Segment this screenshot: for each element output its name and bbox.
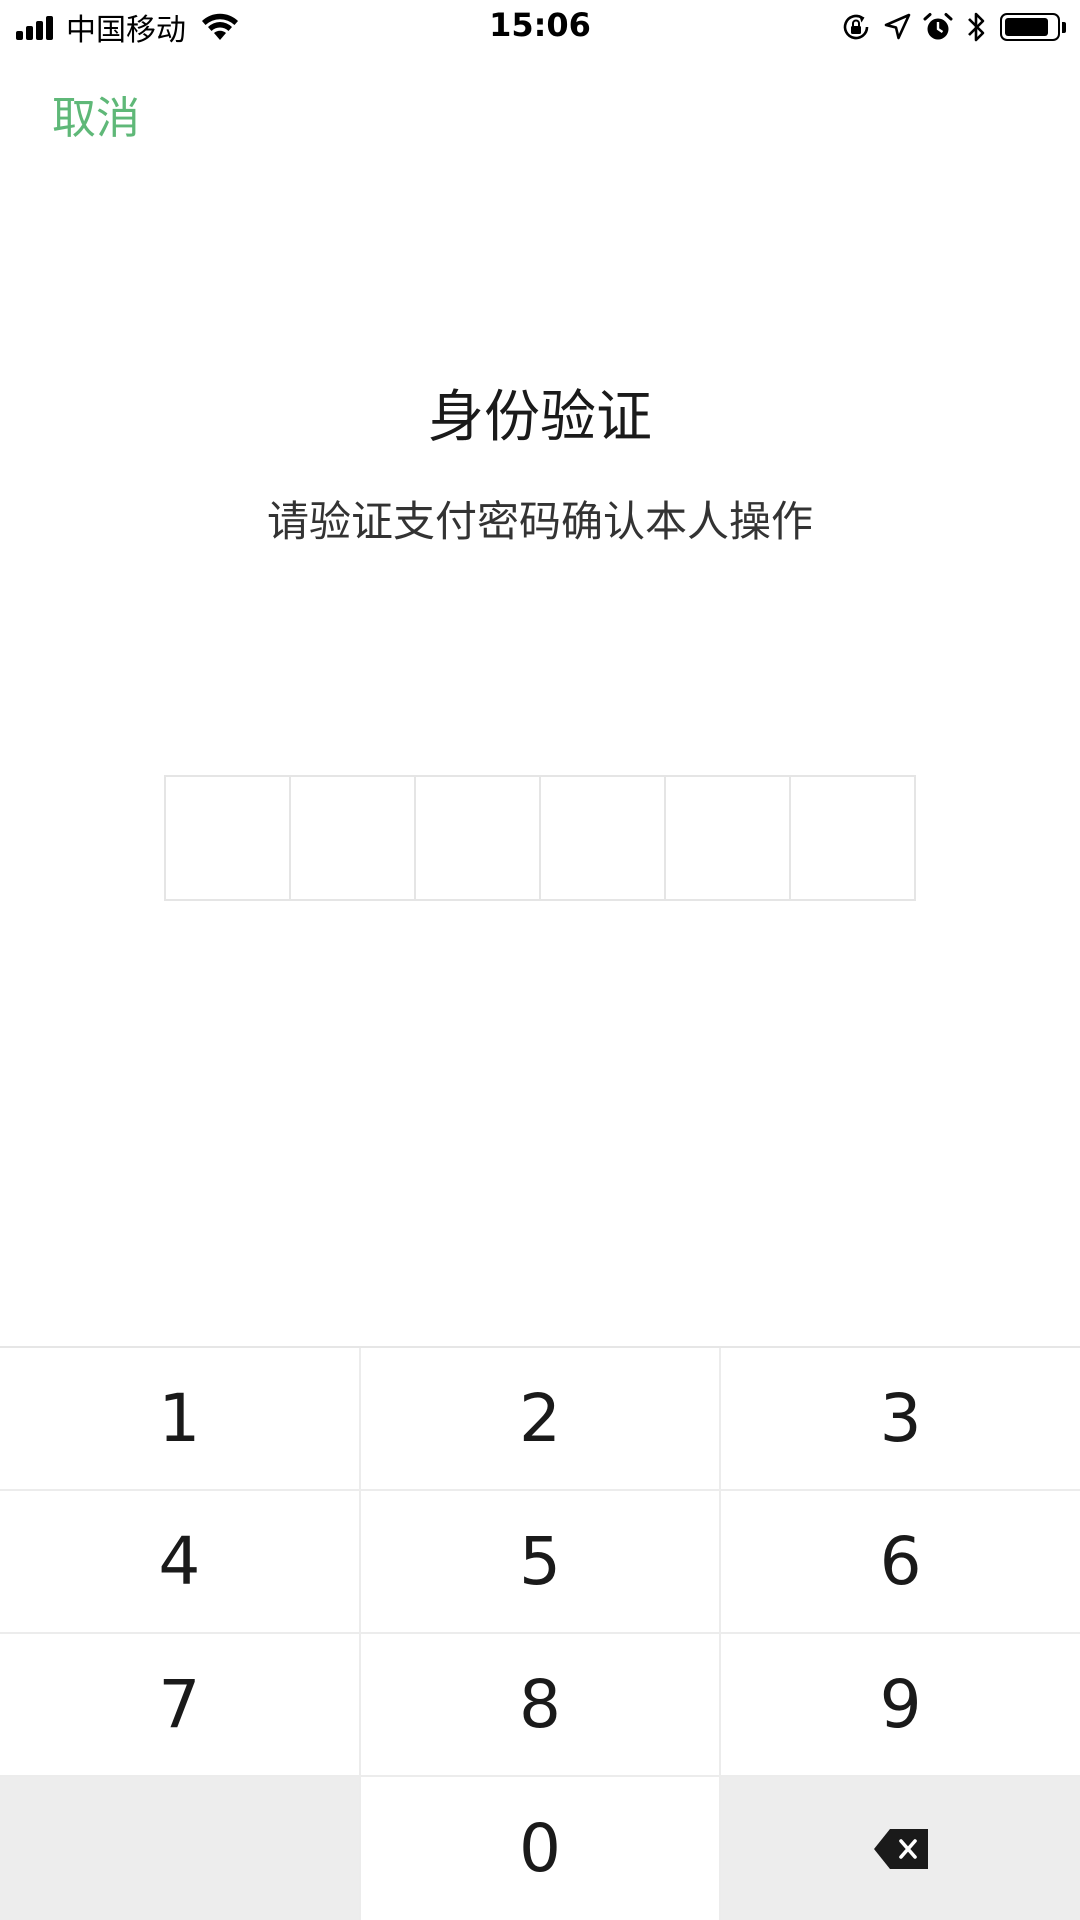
key-9[interactable]: 9	[721, 1634, 1080, 1775]
battery-icon	[1000, 13, 1066, 41]
keypad-row: 789	[0, 1634, 1080, 1777]
payment-verification-screen: 中国移动 15:06 取消 身份验证 请验证支付密码确认本人操作 1 2 3 4…	[0, 0, 1080, 1920]
keypad-row: 123	[0, 1348, 1080, 1491]
rotation-lock-icon	[843, 14, 869, 40]
keypad-row: 456	[0, 1491, 1080, 1634]
battery-level	[1005, 18, 1048, 36]
keypad-blank	[0, 1777, 361, 1920]
cancel-button[interactable]: 取消	[52, 82, 140, 146]
delete-icon	[873, 1828, 928, 1869]
key-7[interactable]: 7	[0, 1634, 361, 1775]
location-arrow-icon	[884, 13, 911, 40]
key-5[interactable]: 5	[360, 1491, 722, 1632]
key-6[interactable]: 6	[721, 1491, 1080, 1632]
pin-digit-box	[291, 777, 416, 899]
pin-digit-box	[541, 777, 666, 899]
numeric-keypad: 1234567890	[0, 1346, 1080, 1920]
key-3[interactable]: 3	[721, 1348, 1080, 1489]
key-8[interactable]: 8	[360, 1634, 722, 1775]
password-input-boxes[interactable]	[164, 775, 916, 901]
delete-key[interactable]	[721, 1777, 1080, 1920]
page-subtitle: 请验证支付密码确认本人操作	[266, 497, 813, 546]
bluetooth-icon	[968, 12, 985, 42]
key-0[interactable]: 0	[360, 1777, 722, 1920]
pin-digit-box	[166, 777, 291, 899]
status-bar: 中国移动 15:06	[0, 0, 1080, 54]
key-4[interactable]: 4	[0, 1491, 361, 1632]
pin-digit-box	[416, 777, 541, 899]
alarm-icon	[923, 13, 953, 40]
page-title: 身份验证	[428, 385, 652, 450]
key-1[interactable]: 1	[0, 1348, 361, 1489]
status-bar-right	[830, 8, 1066, 46]
key-2[interactable]: 2	[360, 1348, 722, 1489]
keypad-row: 0	[0, 1777, 1080, 1920]
pin-digit-box	[666, 777, 791, 899]
pin-digit-box	[791, 777, 914, 899]
